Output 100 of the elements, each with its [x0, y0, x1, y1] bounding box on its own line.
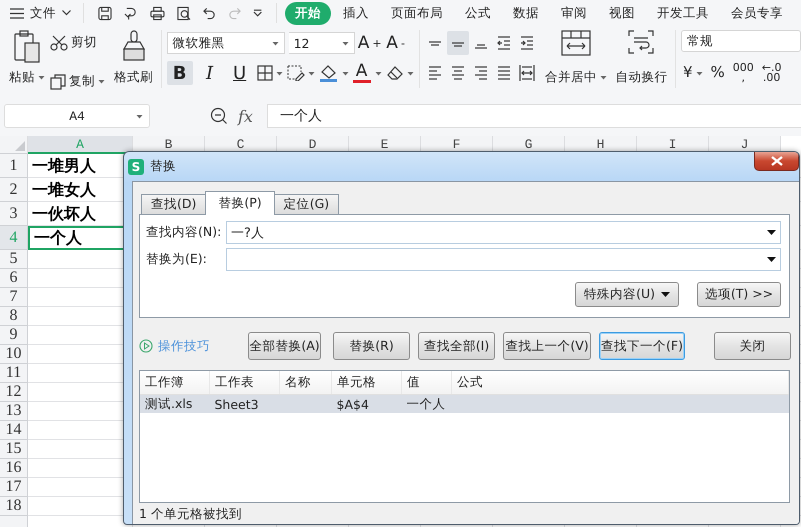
menu-icon: [10, 8, 24, 18]
table-cell: Sheet3: [210, 394, 280, 413]
zoom-out-icon: [210, 107, 228, 125]
ribbon-tab[interactable]: 插入: [333, 2, 379, 24]
center-align-icon: [450, 64, 466, 82]
ribbon-tab[interactable]: 数据: [503, 2, 549, 24]
action-button[interactable]: 查找上一个(V): [503, 332, 591, 360]
row-header[interactable]: 1: [0, 154, 28, 178]
align-button[interactable]: [447, 31, 470, 55]
close-dialog-button[interactable]: 关闭: [714, 332, 791, 360]
caret-icon: [342, 70, 349, 76]
number-format-button[interactable]: 000 ,: [730, 63, 756, 83]
font-color-button[interactable]: A: [352, 63, 371, 83]
row-header[interactable]: 14: [0, 421, 28, 440]
options-button[interactable]: 选项(T) >>: [697, 282, 781, 307]
close-button[interactable]: [754, 152, 799, 171]
number-format-button[interactable]: %: [708, 66, 727, 80]
redo-icon: [228, 6, 241, 20]
outdent-align-icon: [496, 34, 512, 52]
special-content-button[interactable]: 特殊内容(U): [575, 282, 679, 307]
row-header[interactable]: 9: [0, 326, 28, 345]
justify-align-icon: [496, 64, 512, 82]
field-label: 查找内容(N):: [146, 224, 222, 241]
cut-button[interactable]: 剪切: [50, 34, 105, 51]
number-format-field[interactable]: 常规: [680, 30, 801, 52]
merge-center-button[interactable]: 合并居中: [542, 30, 610, 86]
row-header[interactable]: 10: [0, 345, 28, 364]
dialog-tab[interactable]: 替换(P): [205, 191, 275, 215]
shrink-font-button[interactable]: A$^{-}$: [384, 31, 407, 55]
column-header: 单元格: [332, 371, 402, 394]
action-button[interactable]: 查找下一个(F): [599, 332, 685, 360]
replace-field[interactable]: [226, 248, 781, 271]
row-header[interactable]: 7: [0, 288, 28, 307]
row-header[interactable]: 18: [0, 497, 28, 516]
action-button[interactable]: 查找全部(I): [418, 332, 495, 360]
dropdown-arrow-icon: [661, 292, 670, 297]
highlight-button[interactable]: [318, 64, 349, 82]
row-header[interactable]: 2: [0, 178, 28, 202]
ribbon-tab[interactable]: 开发工具: [647, 2, 719, 24]
function-label: fx: [238, 106, 253, 126]
caret-icon: [38, 75, 45, 80]
caret-icon: [136, 114, 143, 119]
font-size-field[interactable]: 12: [288, 32, 355, 54]
fill-button[interactable]: [286, 65, 315, 81]
row-header[interactable]: 13: [0, 402, 28, 421]
italic-button[interactable]: I: [196, 61, 223, 85]
caret-icon: [374, 70, 382, 76]
app-logo: S: [128, 158, 144, 174]
paste-icon: [13, 30, 41, 64]
ribbon-tab[interactable]: 会员专享: [721, 2, 793, 24]
dropdown-arrow-icon: [767, 230, 776, 235]
close-icon: [770, 156, 784, 166]
caret-icon: [406, 70, 414, 76]
paste-button[interactable]: 粘贴: [6, 30, 48, 86]
eraser-icon: [386, 65, 404, 81]
dialog-tab[interactable]: 查找(D): [141, 194, 206, 214]
field-label: 替换为(E):: [146, 251, 208, 268]
wrap-text-button[interactable]: 自动换行: [612, 30, 670, 86]
ribbon-tab[interactable]: 视图: [599, 2, 645, 24]
copy-button[interactable]: 复制: [50, 73, 105, 90]
find-field[interactable]: 一?人: [226, 221, 781, 244]
clear-button[interactable]: [386, 65, 414, 81]
column-header: 工作簿: [140, 371, 210, 394]
row-header[interactable]: 11: [0, 364, 28, 383]
ribbon-tab[interactable]: 审阅: [551, 2, 597, 24]
row-header[interactable]: 16: [0, 459, 28, 478]
number-format-button[interactable]: ¥: [680, 66, 705, 80]
action-button[interactable]: 全部替换(A): [248, 332, 321, 360]
row-header[interactable]: 6: [0, 269, 28, 288]
file-menu[interactable]: 文件: [6, 2, 75, 24]
name-box[interactable]: A4: [4, 104, 150, 128]
row-header[interactable]: 5: [0, 250, 28, 269]
underline-button[interactable]: U: [226, 61, 253, 85]
row-header[interactable]: 15: [0, 440, 28, 459]
scissors-icon: [50, 34, 68, 50]
caret-icon: [600, 75, 607, 80]
table-cell: $A$4: [332, 394, 402, 413]
ribbon-tab[interactable]: 公式: [455, 2, 501, 24]
bottom-align-icon: [475, 44, 488, 49]
table-cell: 一个人: [402, 394, 452, 413]
row-header[interactable]: 8: [0, 307, 28, 326]
dialog-tab[interactable]: 定位(G): [274, 194, 340, 214]
dropdown-arrow-icon: [767, 257, 776, 262]
save-icon: [98, 6, 112, 20]
borders-button[interactable]: [256, 65, 283, 81]
row-header[interactable]: 12: [0, 383, 28, 402]
distributed-align-icon: [519, 64, 536, 82]
grow-font-button[interactable]: A$^{+}$: [358, 31, 381, 55]
bold-button[interactable]: B: [166, 61, 193, 85]
font-name-field[interactable]: 微软雅黑: [166, 32, 285, 54]
column-header: 公式: [452, 371, 788, 394]
column-header: 名称: [280, 371, 332, 394]
format-painter-button[interactable]: 格式刷: [111, 30, 156, 86]
action-button[interactable]: 替换(R): [333, 332, 410, 360]
print-icon: [150, 6, 165, 20]
formula-field[interactable]: 一个人: [266, 104, 801, 128]
number-format-button[interactable]: ←.0 .00: [760, 63, 784, 83]
copy-icon: [50, 74, 66, 90]
ribbon-tab[interactable]: 页面布局: [381, 2, 453, 24]
row-header[interactable]: 17: [0, 478, 28, 497]
